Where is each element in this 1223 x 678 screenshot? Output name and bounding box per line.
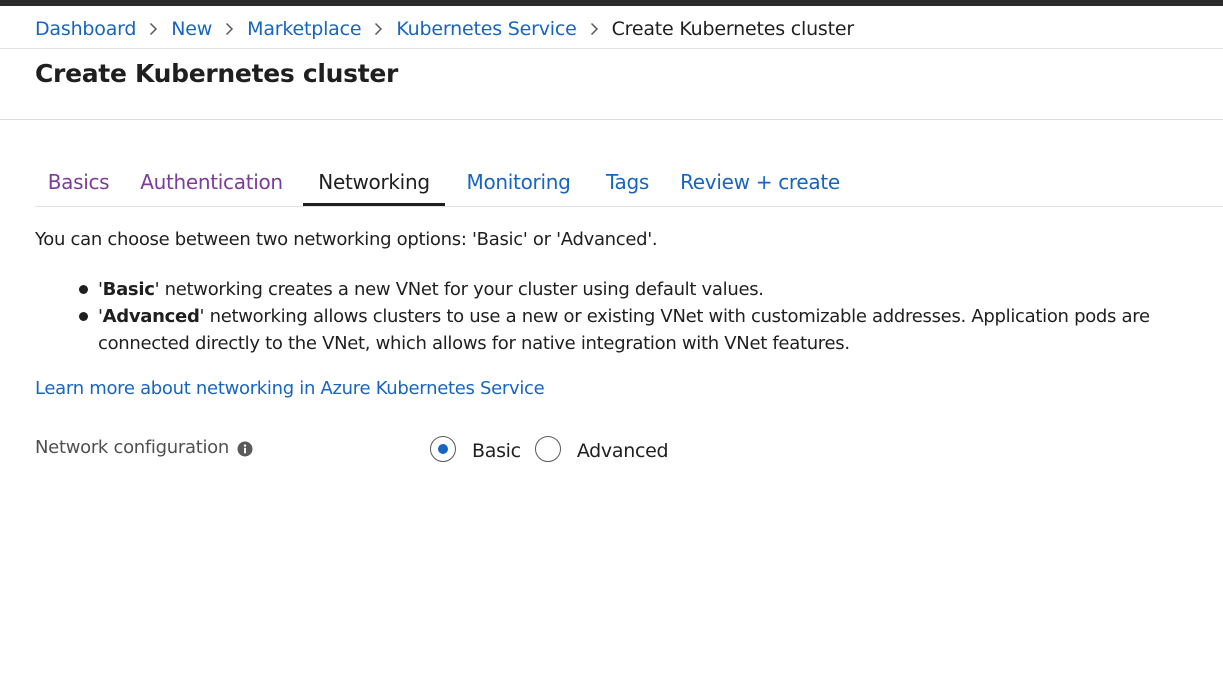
divider xyxy=(0,48,1223,49)
info-icon[interactable] xyxy=(237,441,253,457)
breadcrumb-kubernetes-service[interactable]: Kubernetes Service xyxy=(396,18,576,40)
tab-monitoring[interactable]: Monitoring xyxy=(457,165,580,206)
breadcrumb: Dashboard New Marketplace Kubernetes Ser… xyxy=(35,16,854,42)
tab-basics[interactable]: Basics xyxy=(35,165,122,206)
breadcrumb-new[interactable]: New xyxy=(171,18,212,40)
radio-basic[interactable] xyxy=(430,436,456,462)
bullet-text: ' networking allows clusters to use a ne… xyxy=(98,306,1150,354)
chevron-right-icon xyxy=(577,22,612,36)
networking-options-list: 'Basic' networking creates a new VNet fo… xyxy=(76,276,1216,357)
bullet-text: ' networking creates a new VNet for your… xyxy=(154,279,764,300)
tab-authentication[interactable]: Authentication xyxy=(133,165,290,206)
top-bar xyxy=(0,0,1223,6)
radio-label-basic[interactable]: Basic xyxy=(472,440,521,462)
radio-advanced[interactable] xyxy=(534,436,561,462)
bullet-bold-term: Advanced xyxy=(102,306,200,327)
tab-bar: Basics Authentication Networking Monitor… xyxy=(35,165,1223,207)
bullet-icon xyxy=(79,285,88,294)
network-configuration-label: Network configuration xyxy=(35,437,253,458)
tab-tags[interactable]: Tags xyxy=(597,165,658,206)
tab-networking[interactable]: Networking xyxy=(303,165,445,206)
radio-option-advanced[interactable]: Advanced xyxy=(534,436,669,462)
page-title: Create Kubernetes cluster xyxy=(35,59,399,88)
network-configuration-radio-group: Basic Advanced xyxy=(430,436,682,462)
chevron-right-icon xyxy=(136,22,171,36)
radio-selected-dot xyxy=(438,444,448,454)
list-item-advanced: 'Advanced' networking allows clusters to… xyxy=(76,303,1216,357)
networking-intro-text: You can choose between two networking op… xyxy=(35,229,658,250)
radio-option-basic[interactable]: Basic xyxy=(430,436,521,462)
learn-more-link[interactable]: Learn more about networking in Azure Kub… xyxy=(35,378,545,399)
radio-label-advanced[interactable]: Advanced xyxy=(577,440,669,462)
chevron-right-icon xyxy=(212,22,247,36)
network-configuration-label-text: Network configuration xyxy=(35,437,229,458)
breadcrumb-current: Create Kubernetes cluster xyxy=(611,18,855,40)
bullet-bold-term: Basic xyxy=(102,279,155,300)
list-item-basic: 'Basic' networking creates a new VNet fo… xyxy=(76,276,1216,303)
divider xyxy=(0,119,1223,120)
chevron-right-icon xyxy=(361,22,396,36)
breadcrumb-marketplace[interactable]: Marketplace xyxy=(247,18,361,40)
bullet-icon xyxy=(79,312,88,321)
breadcrumb-dashboard[interactable]: Dashboard xyxy=(35,18,136,40)
tab-review-create[interactable]: Review + create xyxy=(675,165,845,206)
